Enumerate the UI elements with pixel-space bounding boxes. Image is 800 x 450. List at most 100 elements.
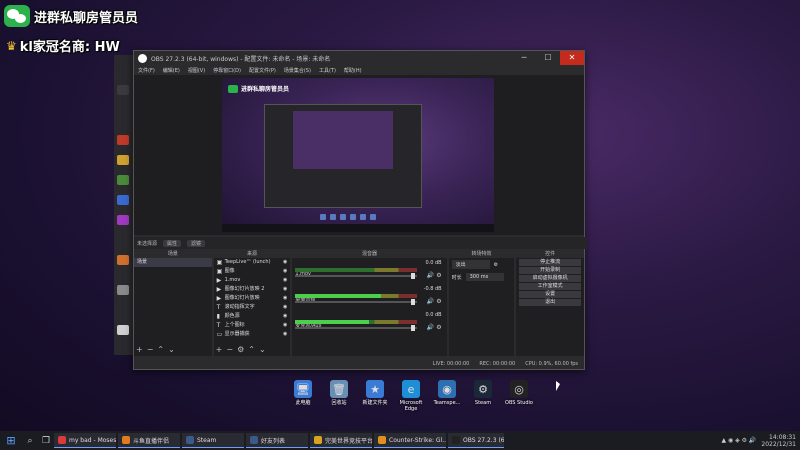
volume-slider[interactable] xyxy=(295,299,418,305)
source-item[interactable]: ▶ 图像幻灯片放映 ◉ xyxy=(214,294,291,303)
taskbar-task[interactable]: 完美世界竞技平台 xyxy=(310,433,372,448)
exit-button[interactable]: 退出 xyxy=(519,299,581,306)
preview-nested-preview xyxy=(293,111,393,169)
close-button[interactable]: ✕ xyxy=(560,51,584,65)
task-view-icon[interactable]: ❐ xyxy=(38,436,54,446)
mixer-channel: 麦克风/Aux 0.0 dB 🔊 ⚙ xyxy=(295,312,443,336)
taskbar-task[interactable]: 好友列表 xyxy=(246,433,308,448)
taskbar-task[interactable]: 斗鱼直播伴侣 xyxy=(118,433,180,448)
gear-icon[interactable]: ⚙ xyxy=(494,262,498,268)
sources-tools: + − ⚙ ⌃ ⌄ xyxy=(216,345,266,354)
scenes-dock: 场景 场景 + − ⌃ ⌄ xyxy=(134,250,212,356)
settings-button[interactable]: 设置 xyxy=(519,291,581,298)
bg-item xyxy=(117,285,129,295)
menu-edit[interactable]: 编辑(E) xyxy=(163,67,180,74)
menu-profile[interactable]: 配置文件(P) xyxy=(249,67,276,74)
eye-icon[interactable]: ◉ xyxy=(283,268,287,275)
studio-mode-button[interactable]: 工作室模式 xyxy=(519,283,581,290)
source-toolbar: 未选择源 属性 滤镜 xyxy=(134,237,587,249)
menu-help[interactable]: 帮助(H) xyxy=(344,67,362,74)
speaker-icon[interactable]: 🔊 ⚙ xyxy=(427,324,442,331)
scene-item[interactable]: 场景 xyxy=(134,258,212,267)
transition-select[interactable]: 淡出 xyxy=(451,260,490,269)
add-icon[interactable]: + xyxy=(136,345,143,354)
source-item[interactable]: ▶ 图像幻灯片放映 2 ◉ xyxy=(214,285,291,294)
desktop-icon[interactable]: e Microsoft Edge xyxy=(396,380,426,416)
eye-icon[interactable]: ◉ xyxy=(283,286,287,293)
up-icon[interactable]: ⌃ xyxy=(248,345,255,354)
source-item[interactable]: T 上个图标 ◉ xyxy=(214,321,291,330)
remove-icon[interactable]: − xyxy=(226,345,233,354)
source-item[interactable]: ▮ 颜色源 ◉ xyxy=(214,312,291,321)
desktop-icon-label: Steam xyxy=(474,400,492,406)
volume-slider[interactable] xyxy=(295,325,418,331)
clock-time: 14:08:31 xyxy=(769,433,796,441)
duration-input[interactable]: 300 ms xyxy=(465,273,504,281)
up-icon[interactable]: ⌃ xyxy=(157,345,164,354)
eye-icon[interactable]: ◉ xyxy=(283,277,287,284)
taskbar-task[interactable]: OBS 27.2.3 (64-bit... xyxy=(448,433,504,448)
down-icon[interactable]: ⌄ xyxy=(168,345,175,354)
task-label: Steam xyxy=(197,436,217,444)
menu-tools[interactable]: 工具(T) xyxy=(319,67,336,74)
desktop-icon[interactable]: 🗑 回收站 xyxy=(324,380,354,416)
bg-item xyxy=(117,135,129,145)
eye-icon[interactable]: ◉ xyxy=(283,331,287,338)
preview-dock xyxy=(320,214,376,220)
task-label: OBS 27.2.3 (64-bit... xyxy=(463,436,504,444)
properties-button[interactable]: 属性 xyxy=(163,239,182,247)
speaker-icon[interactable]: 🔊 ⚙ xyxy=(427,272,442,279)
speaker-icon[interactable]: 🔊 ⚙ xyxy=(427,298,442,305)
taskbar-task[interactable]: Counter-Strike: Gl... xyxy=(374,433,446,448)
desktop-icon[interactable]: ◎ OBS Studio xyxy=(504,380,534,416)
menu-view[interactable]: 视图(V) xyxy=(188,67,205,74)
source-item[interactable]: ▭ 显示器捕获 ◉ xyxy=(214,330,291,339)
gear-icon[interactable]: ⚙ xyxy=(237,345,244,354)
menu-docks[interactable]: 停靠窗口(D) xyxy=(213,67,241,74)
app-icon xyxy=(314,436,322,444)
eye-icon[interactable]: ◉ xyxy=(283,322,287,329)
menu-scene-collection[interactable]: 场景集合(S) xyxy=(284,67,311,74)
start-recording-button[interactable]: 开始录制 xyxy=(519,267,581,274)
eye-icon[interactable]: ◉ xyxy=(283,313,287,320)
down-icon[interactable]: ⌄ xyxy=(259,345,266,354)
volume-slider[interactable] xyxy=(295,273,418,279)
search-icon[interactable]: ⌕ xyxy=(22,436,38,446)
obs-logo-icon xyxy=(138,53,147,63)
tray-icons[interactable]: ▲ ◉ ◈ ⚙ 🔊 xyxy=(721,437,756,444)
maximize-button[interactable]: ☐ xyxy=(536,51,560,65)
source-item[interactable]: T 滚动指挥文字 ◉ xyxy=(214,303,291,312)
add-icon[interactable]: + xyxy=(216,345,223,354)
source-type-icon: ▶ xyxy=(216,277,222,284)
clock[interactable]: 14:08:31 2022/12/31 xyxy=(761,434,796,448)
obs-titlebar[interactable]: OBS 27.2.3 (64-bit, windows) - 配置文件: 未命名… xyxy=(134,51,584,65)
eye-icon[interactable]: ◉ xyxy=(283,259,287,266)
source-name: 1.mov xyxy=(224,277,241,283)
source-item[interactable]: ▶ 1.mov ◉ xyxy=(214,276,291,285)
desktop-icon[interactable]: 🖥 此电脑 xyxy=(288,380,318,416)
recycle-bin-icon: 🗑 xyxy=(330,380,348,398)
filters-button[interactable]: 滤镜 xyxy=(187,239,206,247)
source-item[interactable]: ▣ 图像 ◉ xyxy=(214,267,291,276)
virtual-camera-button[interactable]: 启动虚拟摄像机 xyxy=(519,275,581,282)
menu-file[interactable]: 文件(F) xyxy=(138,67,155,74)
rec-status: REC: 00:00:00 xyxy=(479,361,516,367)
desktop-icon[interactable]: ⚙ Steam xyxy=(468,380,498,416)
teamspeak-icon: ◉ xyxy=(438,380,456,398)
source-item[interactable]: ▣ TeepLive™ (lunch) ◉ xyxy=(214,258,291,267)
system-tray: ▲ ◉ ◈ ⚙ 🔊 14:08:31 2022/12/31 xyxy=(721,434,800,448)
background-window[interactable] xyxy=(114,55,135,355)
task-label: my bad - Moses xyxy=(69,436,116,444)
desktop-icon[interactable]: ★ 新建文件夹 xyxy=(360,380,390,416)
windows-start-icon[interactable]: ⊞ xyxy=(0,434,22,447)
volume-meter xyxy=(295,320,418,324)
eye-icon[interactable]: ◉ xyxy=(283,295,287,302)
minimize-button[interactable]: ─ xyxy=(512,51,536,65)
program-preview[interactable]: 进群私聊房管员员 xyxy=(222,78,494,232)
eye-icon[interactable]: ◉ xyxy=(283,304,287,311)
desktop-icon[interactable]: ◉ Teamspe... xyxy=(432,380,462,416)
taskbar-task[interactable]: my bad - Moses xyxy=(54,433,116,448)
remove-icon[interactable]: − xyxy=(147,345,154,354)
taskbar-task[interactable]: Steam xyxy=(182,433,244,448)
stop-streaming-button[interactable]: 停止推流 xyxy=(519,259,581,266)
